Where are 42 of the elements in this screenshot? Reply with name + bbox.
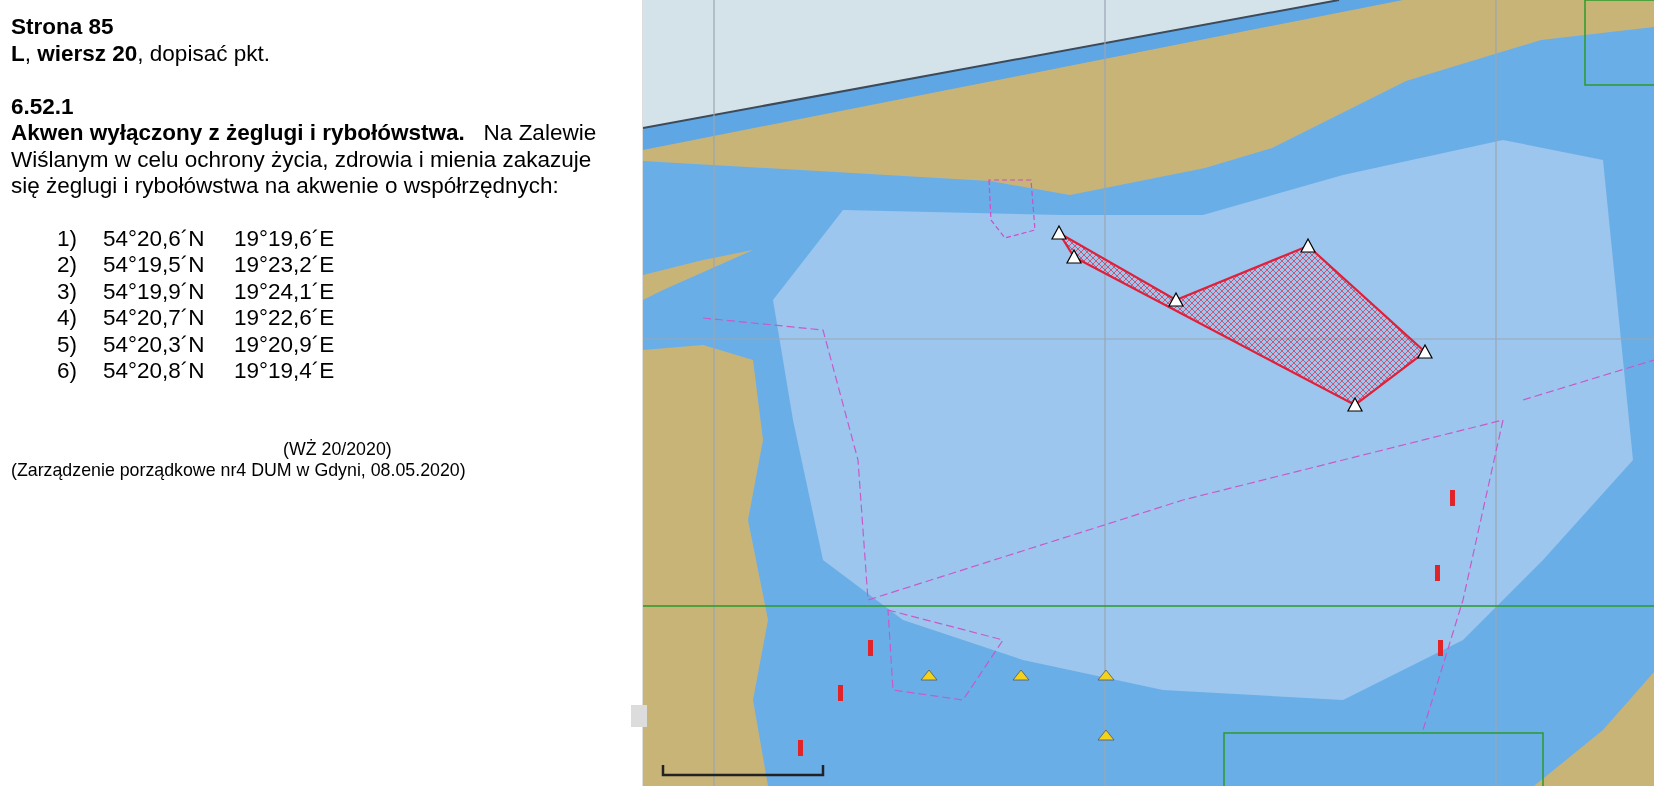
latitude-text: 54°19,5´N xyxy=(103,252,206,279)
list-number: 6) xyxy=(57,358,78,385)
triangle-icon xyxy=(1051,224,1067,240)
beacon-icon xyxy=(838,685,843,701)
triangle-icon xyxy=(1417,343,1433,359)
longitude-text: 19°24,1´E xyxy=(234,278,335,305)
latitude-text: 54°20,3´N xyxy=(103,331,206,358)
latitude-text: 54°20,8´N xyxy=(103,358,206,385)
beacon-icon xyxy=(1435,565,1440,581)
triangle-icon xyxy=(1300,237,1316,253)
latitude-text: 54°20,7´N xyxy=(103,305,206,332)
source-text: (Zarządzenie porządkowe nr4 DUM w Gdyni, 08.05.2020) xyxy=(11,459,466,481)
triangle-icon xyxy=(1347,396,1363,412)
dashed-area-outline xyxy=(988,179,1036,239)
list-number: 1) xyxy=(57,225,78,252)
list-number: 5) xyxy=(57,331,78,358)
scrollbar-thumb[interactable] xyxy=(631,705,648,727)
page-heading: Strona 85 xyxy=(11,14,115,41)
beacon-icon xyxy=(1438,640,1443,656)
triangle-icon xyxy=(1066,248,1082,264)
buoy-icon xyxy=(1097,669,1115,681)
longitude-text: 19°19,4´E xyxy=(234,358,335,385)
longitude-text: 19°22,6´E xyxy=(234,305,335,332)
longitude-text: 19°19,6´E xyxy=(234,225,335,252)
triangle-icon xyxy=(1168,291,1184,307)
latitude-text: 54°19,9´N xyxy=(103,278,206,305)
list-number: 2) xyxy=(57,252,78,279)
beacon-icon xyxy=(1450,490,1455,506)
section-number: 6.52.1 xyxy=(11,93,75,120)
latitude-text: 54°20,6´N xyxy=(103,225,206,252)
amendment-text: L, wiersz 20, dopisać pkt. xyxy=(11,40,271,67)
list-number: 4) xyxy=(57,305,78,332)
paragraph-text: Akwen wyłączony z żeglugi i rybołówstwa. Na Zalewie Wiślanym w celu ochrony życia, zdrowia i mienia zakazuje się żeglugi i rybołówstwa na akwenie o współrzędnych: xyxy=(11,120,598,200)
beacon-icon xyxy=(798,740,803,756)
buoy-icon xyxy=(1012,669,1030,681)
buoy-icon xyxy=(1097,729,1115,741)
buoy-icon xyxy=(920,669,938,681)
longitude-text: 19°23,2´E xyxy=(234,252,335,279)
list-number: 3) xyxy=(57,278,78,305)
beacon-icon xyxy=(868,640,873,656)
reference-text: (WŻ 20/2020) xyxy=(283,438,392,460)
longitude-text: 19°20,9´E xyxy=(234,331,335,358)
